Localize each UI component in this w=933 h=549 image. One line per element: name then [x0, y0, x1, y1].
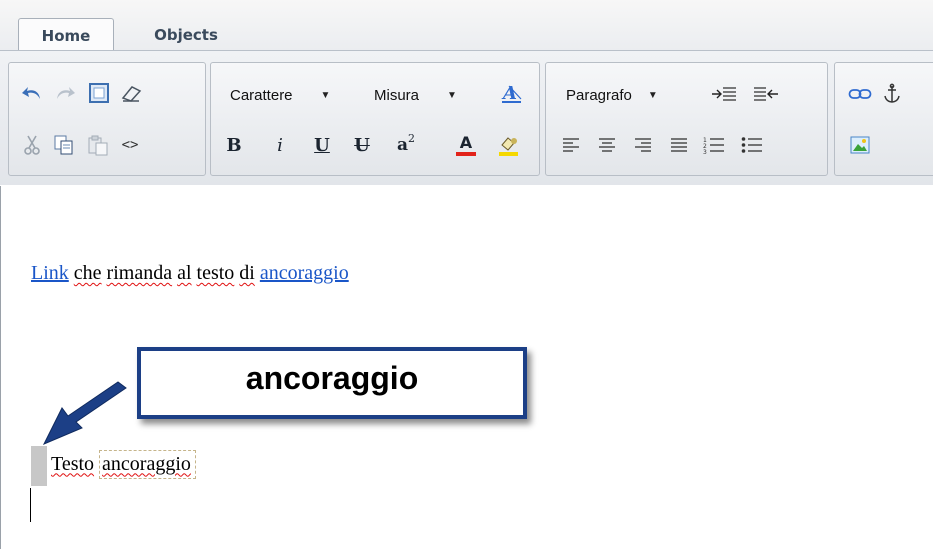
pointer-arrow-icon: [42, 381, 127, 445]
word: di: [239, 262, 255, 284]
italic-button[interactable]: i: [266, 131, 294, 159]
chevron-down-icon: ▼: [647, 89, 658, 101]
align-justify-icon[interactable]: [665, 131, 693, 159]
underline-button[interactable]: U: [308, 131, 336, 159]
anchor-link-text[interactable]: ancoraggio: [260, 262, 349, 284]
font-color-swatch: [456, 152, 476, 156]
link-icon[interactable]: [846, 80, 874, 108]
superscript-base: a: [396, 135, 408, 155]
select-all-icon[interactable]: [85, 79, 113, 107]
align-right-icon[interactable]: [629, 131, 657, 159]
font-select[interactable]: Carattere ▼: [230, 80, 330, 110]
callout-text: ancoraggio: [245, 359, 419, 396]
undo-icon[interactable]: [18, 79, 46, 107]
strikethrough-button[interactable]: U: [348, 131, 376, 159]
bulleted-list-icon[interactable]: [738, 131, 766, 159]
link-text[interactable]: Link: [31, 262, 69, 284]
paragraph-link-line: Link che rimanda al testo di ancoraggio: [31, 262, 349, 285]
paragraph-select-label: Paragrafo: [566, 86, 632, 104]
size-select-label: Misura: [374, 86, 420, 104]
eraser-icon[interactable]: [117, 79, 145, 107]
superscript-button[interactable]: a2: [392, 131, 420, 159]
size-select[interactable]: Misura ▼: [374, 80, 457, 110]
word: rimanda: [106, 262, 173, 284]
tab-home[interactable]: Home: [18, 18, 114, 50]
cut-icon[interactable]: [18, 131, 46, 159]
outdent-icon[interactable]: [752, 80, 780, 108]
copy-icon[interactable]: [50, 131, 78, 159]
chevron-down-icon: ▼: [447, 89, 457, 101]
highlight-color-icon[interactable]: [494, 131, 522, 159]
redo-icon[interactable]: [51, 79, 79, 107]
numbered-list-icon[interactable]: 123: [700, 131, 728, 159]
font-select-label: Carattere: [230, 86, 293, 104]
text-caret: [30, 488, 31, 522]
word: testo: [196, 262, 235, 284]
word: che: [73, 262, 102, 284]
align-left-icon[interactable]: [557, 131, 585, 159]
align-center-icon[interactable]: [593, 131, 621, 159]
superscript-exp: 2: [408, 131, 415, 145]
paragraph-select[interactable]: Paragrafo ▼: [566, 80, 658, 110]
ribbon: Home Objects <> Carattere ▼ Misura ▼ A B…: [0, 0, 933, 185]
svg-text:3: 3: [703, 149, 707, 154]
font-style-icon[interactable]: A: [497, 79, 525, 107]
font-color-label: A: [459, 133, 473, 152]
word: al: [177, 262, 192, 284]
tab-bar: Home Objects: [0, 0, 933, 50]
indent-icon[interactable]: [710, 80, 738, 108]
font-color-button[interactable]: A: [452, 131, 480, 159]
bold-button[interactable]: B: [220, 131, 248, 159]
anchor-icon[interactable]: [878, 80, 906, 108]
tab-objects[interactable]: Objects: [146, 18, 226, 50]
image-icon[interactable]: [846, 131, 874, 159]
paste-icon[interactable]: [84, 131, 112, 159]
source-code-label: <>: [121, 137, 139, 153]
callout-box: ancoraggio: [137, 347, 527, 419]
source-code-icon[interactable]: <>: [116, 131, 144, 159]
chevron-down-icon: ▼: [320, 89, 331, 101]
